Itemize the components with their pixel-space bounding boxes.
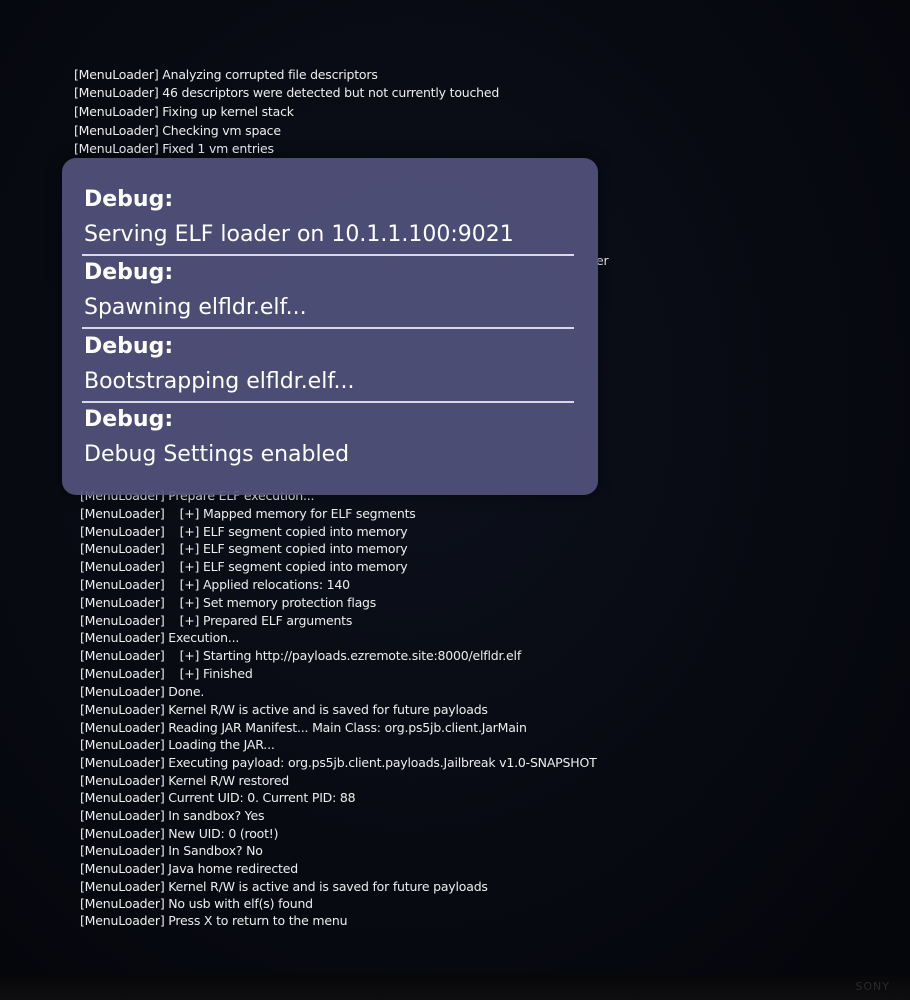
log-line: [MenuLoader] [+] Finished	[80, 666, 253, 681]
log-line: [MenuLoader] In Sandbox? No	[80, 843, 263, 858]
notification-item: Debug: Debug Settings enabled	[82, 406, 574, 478]
debug-notification-panel: Debug: Serving ELF loader on 10.1.1.100:…	[62, 158, 598, 495]
log-line: [MenuLoader] Current UID: 0. Current PID…	[80, 790, 356, 805]
log-line: [MenuLoader] Kernel R/W is active and is…	[80, 879, 488, 894]
notification-item: Debug: Bootstrapping elfldr.elf...	[82, 333, 574, 405]
log-line: [MenuLoader] In sandbox? Yes	[80, 808, 265, 823]
log-line: [MenuLoader] [+] Prepared ELF arguments	[80, 613, 353, 628]
brand-logo: SONY	[855, 980, 890, 993]
log-line: [MenuLoader] 46 descriptors were detecte…	[74, 85, 500, 100]
notification-title: Debug:	[84, 187, 174, 212]
notification-message: Debug Settings enabled	[84, 442, 350, 467]
log-line: [MenuLoader] Reading JAR Manifest... Mai…	[80, 720, 527, 735]
notification-divider	[82, 401, 574, 403]
notification-title: Debug:	[84, 407, 174, 432]
notification-message: Bootstrapping elfldr.elf...	[84, 369, 355, 394]
log-line: [MenuLoader] [+] ELF segment copied into…	[80, 541, 408, 556]
log-line: [MenuLoader] No usb with elf(s) found	[80, 896, 313, 911]
log-line: [MenuLoader] [+] ELF segment copied into…	[80, 524, 408, 539]
log-line: [MenuLoader] [+] Set memory protection f…	[80, 595, 377, 610]
log-line: [MenuLoader] [+] ELF segment copied into…	[80, 559, 408, 574]
log-line: [MenuLoader] Done.	[80, 684, 205, 699]
notification-title: Debug:	[84, 260, 174, 285]
tv-screen: [MenuLoader] Analyzing corrupted file de…	[0, 0, 910, 1000]
log-line: [MenuLoader] Java home redirected	[80, 861, 298, 876]
notification-message: Spawning elfldr.elf...	[84, 295, 307, 320]
tv-bezel	[0, 975, 910, 1000]
log-line: [MenuLoader] Checking vm space	[74, 123, 281, 138]
notification-divider	[82, 327, 574, 329]
log-line: [MenuLoader] Fixed 1 vm entries	[74, 141, 274, 156]
log-line: [MenuLoader] Kernel R/W restored	[80, 773, 290, 788]
log-line: [MenuLoader] Fixing up kernel stack	[74, 104, 294, 119]
log-line: [MenuLoader] Executing payload: org.ps5j…	[80, 755, 597, 770]
notification-message: Serving ELF loader on 10.1.1.100:9021	[84, 222, 514, 247]
log-line: [MenuLoader] [+] Mapped memory for ELF s…	[80, 506, 416, 521]
log-line: [MenuLoader] Kernel R/W is active and is…	[80, 702, 488, 717]
log-line: [MenuLoader] [+] Starting http://payload…	[80, 648, 522, 663]
log-line: [MenuLoader] Press X to return to the me…	[80, 913, 348, 928]
notification-divider	[82, 254, 574, 256]
log-line: [MenuLoader] Loading the JAR...	[80, 737, 275, 752]
notification-item: Debug: Spawning elfldr.elf...	[82, 259, 574, 331]
notification-item: Debug: Serving ELF loader on 10.1.1.100:…	[82, 186, 574, 258]
log-line: [MenuLoader] [+] Applied relocations: 14…	[80, 577, 350, 592]
log-line: [MenuLoader] Execution...	[80, 630, 240, 645]
log-line: [MenuLoader] Analyzing corrupted file de…	[74, 67, 378, 82]
log-line: [MenuLoader] New UID: 0 (root!)	[80, 826, 279, 841]
notification-title: Debug:	[84, 334, 174, 359]
